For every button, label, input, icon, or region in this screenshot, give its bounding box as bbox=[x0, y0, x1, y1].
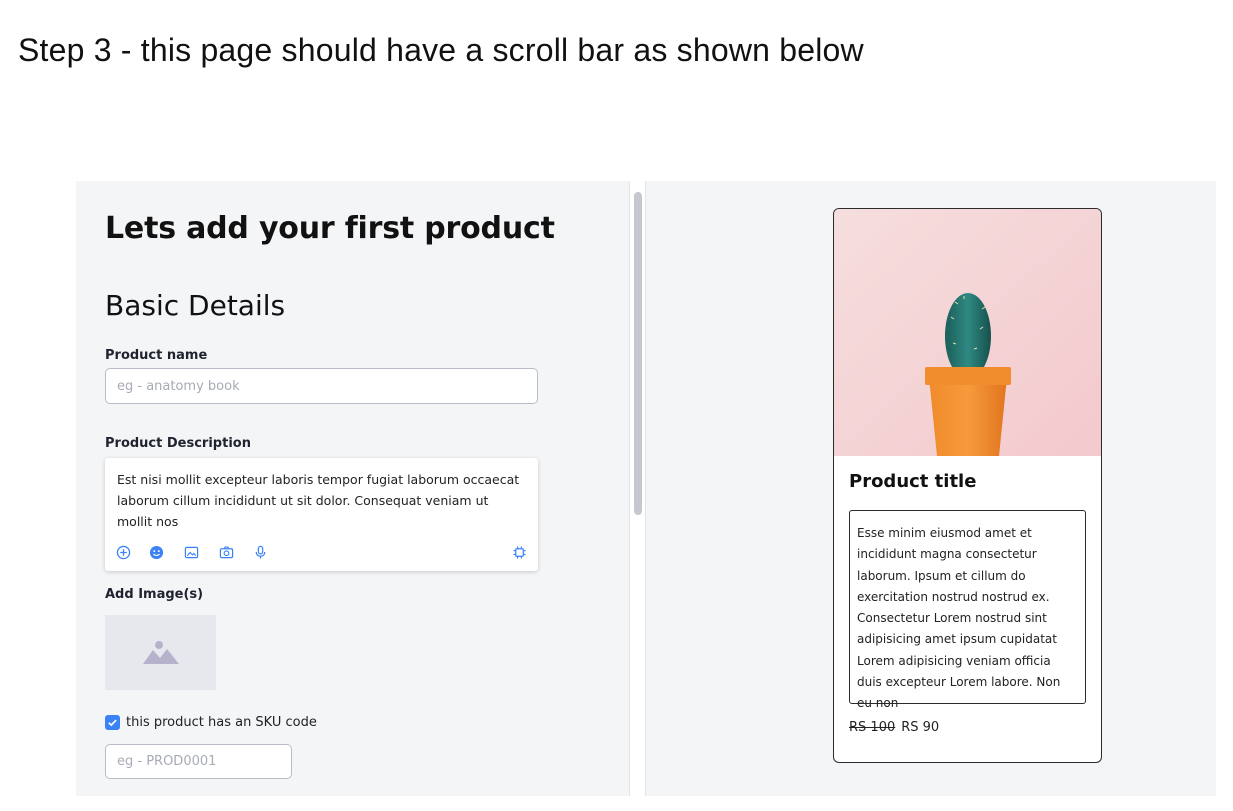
scrollbar-thumb[interactable] bbox=[634, 192, 642, 515]
step-caption: Step 3 - this page should have a scroll … bbox=[18, 32, 864, 68]
image-placeholder-icon bbox=[142, 640, 179, 664]
emoji-icon[interactable] bbox=[147, 543, 165, 561]
product-image bbox=[834, 209, 1101, 456]
image-upload-dropzone[interactable] bbox=[105, 615, 216, 690]
image-icon[interactable] bbox=[182, 543, 200, 561]
microphone-icon[interactable] bbox=[251, 543, 269, 561]
product-name-label: Product name bbox=[105, 348, 208, 363]
product-description-text[interactable]: Est nisi mollit excepteur laboris tempor… bbox=[117, 469, 526, 532]
sku-placeholder: eg - PROD0001 bbox=[117, 754, 217, 769]
preview-panel: Product title Esse minim eiusmod amet et… bbox=[646, 181, 1216, 796]
sku-checkbox[interactable] bbox=[105, 715, 120, 730]
sku-input[interactable]: eg - PROD0001 bbox=[105, 744, 292, 779]
sku-checkbox-label[interactable]: this product has an SKU code bbox=[126, 715, 317, 730]
section-title: Basic Details bbox=[105, 289, 286, 322]
vertical-scrollbar[interactable] bbox=[629, 181, 646, 796]
preview-old-price: RS 100 bbox=[849, 720, 896, 735]
product-form-panel: Lets add your first product Basic Detail… bbox=[76, 181, 629, 796]
product-description-editor[interactable]: Est nisi mollit excepteur laboris tempor… bbox=[105, 458, 538, 571]
product-name-placeholder: eg - anatomy book bbox=[117, 378, 240, 394]
preview-price: RS 100 RS 90 bbox=[849, 720, 939, 735]
settings-icon[interactable] bbox=[510, 543, 528, 561]
product-description-label: Product Description bbox=[105, 436, 251, 451]
checkmark-icon bbox=[108, 719, 117, 727]
preview-current-price: RS 90 bbox=[901, 720, 940, 735]
camera-icon[interactable] bbox=[217, 543, 235, 561]
preview-product-title: Product title bbox=[849, 471, 977, 492]
app-frame: Lets add your first product Basic Detail… bbox=[76, 181, 1216, 796]
editor-toolbar bbox=[105, 543, 538, 563]
product-name-input[interactable]: eg - anatomy book bbox=[105, 368, 538, 404]
product-preview-card: Product title Esse minim eiusmod amet et… bbox=[833, 208, 1102, 763]
add-images-label: Add Image(s) bbox=[105, 587, 204, 602]
page-title: Lets add your first product bbox=[105, 211, 555, 246]
preview-product-description: Esse minim eiusmod amet et incididunt ma… bbox=[849, 510, 1086, 710]
add-circle-icon[interactable] bbox=[114, 543, 132, 561]
